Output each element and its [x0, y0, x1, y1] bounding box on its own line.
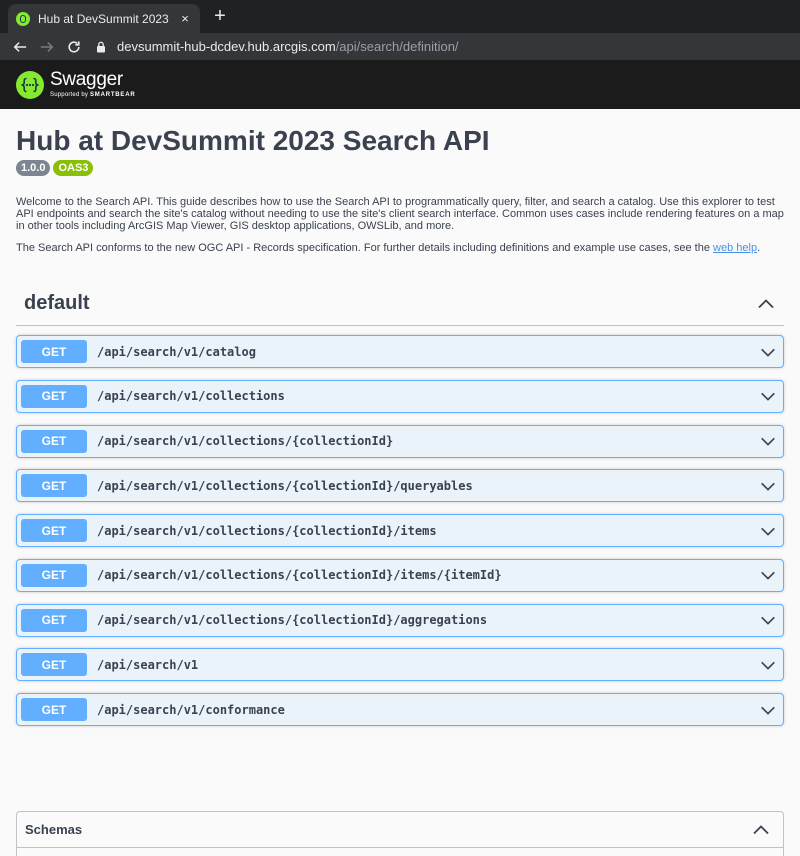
method-badge[interactable]: GET: [21, 474, 87, 498]
new-tab-button[interactable]: +: [210, 5, 230, 29]
swagger-logo-icon[interactable]: [16, 70, 44, 99]
schemas-header[interactable]: Schemas: [17, 812, 783, 848]
operation-list: GET/api/search/v1/catalog GET/api/search/…: [16, 326, 784, 726]
operation-path: /api/search/v1: [97, 657, 199, 672]
operation-path: /api/search/v1/collections: [97, 389, 285, 404]
chevron-down-icon[interactable]: [759, 701, 777, 719]
method-badge[interactable]: GET: [21, 519, 87, 542]
arrow-right-icon: [40, 41, 54, 52]
address-bar[interactable]: devsummit-hub-dcdev.hub.arcgis.com/api/s…: [95, 35, 792, 59]
operations-section: default GET/api/search/v1/catalog GET/api…: [0, 282, 800, 726]
chevron-down-icon[interactable]: [759, 611, 777, 629]
tag-header-default[interactable]: default: [16, 282, 784, 326]
method-badge[interactable]: GET: [21, 608, 87, 632]
operation-path: /api/search/v1/catalog: [97, 344, 256, 359]
reload-button[interactable]: [62, 35, 86, 59]
operation-row[interactable]: GET/api/search/v1/collections: [16, 379, 784, 413]
method-badge[interactable]: GET: [21, 563, 87, 587]
method-badge[interactable]: GET: [21, 653, 87, 677]
schemas-section: Schemas: [16, 811, 784, 856]
operation-path: /api/search/v1/conformance: [97, 702, 285, 717]
chevron-up-icon[interactable]: [751, 820, 771, 840]
operation-row[interactable]: GET/api/search/v1/conformance: [16, 693, 784, 726]
schemas-title: Schemas: [25, 822, 83, 837]
version-badges: 1.0.0 OAS3: [16, 160, 784, 176]
api-description: Welcome to the Search API. This guide de…: [16, 196, 784, 254]
chevron-down-icon[interactable]: [759, 387, 777, 405]
chevron-down-icon[interactable]: [759, 656, 777, 674]
method-badge[interactable]: GET: [21, 340, 87, 363]
description-paragraph-2: The Search API conforms to the new OGC A…: [16, 242, 784, 254]
browser-tabstrip: Hub at DevSummit 2023 Search API × +: [0, 0, 800, 33]
swagger-favicon-icon: [16, 11, 30, 26]
web-help-link[interactable]: web help: [713, 242, 757, 254]
chevron-down-icon[interactable]: [759, 343, 777, 361]
operation-row[interactable]: GET/api/search/v1: [16, 648, 784, 682]
chevron-up-icon[interactable]: [756, 294, 776, 314]
arrow-left-icon: [13, 41, 27, 52]
api-info: Hub at DevSummit 2023 Search API 1.0.0 O…: [0, 109, 800, 254]
logo-company: SMARTBEAR: [89, 92, 136, 98]
operation-path: /api/search/v1/collections/{collectionId…: [97, 478, 473, 493]
browser-tab[interactable]: Hub at DevSummit 2023 Search API ×: [8, 4, 200, 33]
operation-row[interactable]: GET/api/search/v1/collections/{collectio…: [16, 424, 784, 458]
chevron-down-icon[interactable]: [759, 477, 777, 495]
lock-icon: [97, 41, 105, 52]
operation-path: /api/search/v1/collections/{collectionId…: [97, 434, 394, 448]
url-path: /api/search/definition/: [335, 39, 459, 54]
chevron-down-icon[interactable]: [759, 522, 777, 540]
oas-badge: OAS3: [53, 160, 94, 176]
reload-icon: [68, 40, 80, 53]
chevron-down-icon[interactable]: [759, 432, 777, 450]
logo-supported: Supported by: [50, 92, 89, 98]
operation-row[interactable]: GET/api/search/v1/collections/{collectio…: [16, 469, 784, 503]
description-paragraph-1: Welcome to the Search API. This guide de…: [16, 196, 784, 232]
operation-path: /api/search/v1/collections/{collectionId…: [97, 613, 488, 627]
version-badge: 1.0.0: [16, 160, 51, 176]
operation-path: /api/search/v1/collections/{collectionId…: [97, 568, 502, 583]
tab-close-icon[interactable]: ×: [178, 11, 192, 26]
forward-button[interactable]: [35, 35, 59, 59]
swagger-logo[interactable]: Swagger Supported by SMARTBEAR: [50, 70, 136, 99]
method-badge[interactable]: GET: [21, 698, 87, 721]
operation-row[interactable]: GET/api/search/v1/collections/{collectio…: [16, 603, 784, 637]
operation-row[interactable]: GET/api/search/v1/catalog: [16, 335, 784, 368]
logo-word: Swagger: [50, 69, 123, 90]
description-period: .: [757, 242, 761, 254]
browser-toolbar: devsummit-hub-dcdev.hub.arcgis.com/api/s…: [0, 33, 800, 60]
description-text: The Search API conforms to the new OGC A…: [16, 242, 710, 254]
back-button[interactable]: [8, 35, 32, 59]
logo-subtitle: Supported by SMARTBEAR: [50, 91, 136, 99]
tag-name: default: [24, 292, 90, 314]
operation-path: /api/search/v1/collections/{collectionId…: [97, 523, 437, 538]
operation-row[interactable]: GET/api/search/v1/collections/{collectio…: [16, 514, 784, 547]
method-badge[interactable]: GET: [21, 429, 87, 453]
url-host: devsummit-hub-dcdev.hub.arcgis.com: [117, 39, 336, 54]
tab-title: Hub at DevSummit 2023 Search API: [38, 11, 172, 26]
page-title: Hub at DevSummit 2023 Search API: [16, 125, 490, 156]
swagger-topbar: Swagger Supported by SMARTBEAR: [0, 60, 800, 109]
chevron-down-icon[interactable]: [759, 566, 777, 584]
operation-row[interactable]: GET/api/search/v1/collections/{collectio…: [16, 558, 784, 592]
method-badge[interactable]: GET: [21, 384, 87, 408]
